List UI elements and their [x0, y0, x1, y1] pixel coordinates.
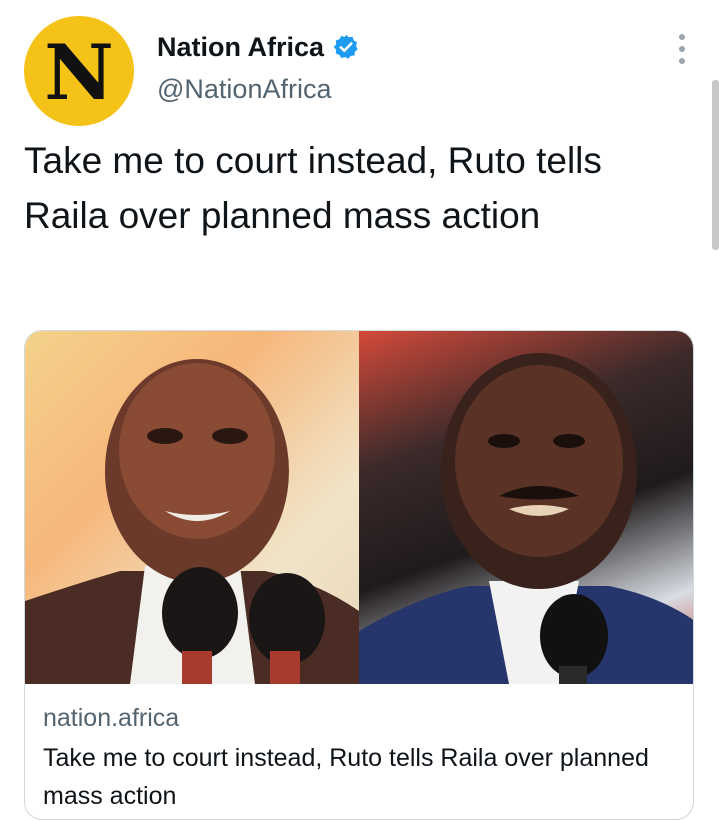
display-name[interactable]: Nation Africa	[157, 32, 324, 63]
card-title[interactable]: Take me to court instead, Ruto tells Rai…	[43, 739, 675, 815]
scrollbar[interactable]	[712, 80, 719, 250]
verified-badge-icon	[333, 34, 358, 59]
author-name-row: Nation Africa	[157, 30, 360, 64]
link-card[interactable]: nation.africa Take me to court instead, …	[24, 330, 694, 820]
portrait-right	[359, 353, 693, 684]
author-handle[interactable]: @NationAfrica	[157, 74, 331, 105]
photo-right	[359, 331, 693, 684]
card-domain: nation.africa	[43, 704, 180, 732]
card-body: nation.africa Take me to court instead, …	[43, 701, 675, 815]
avatar-letter: N	[44, 28, 114, 117]
portrait-left	[25, 359, 359, 684]
tweet-text: Take me to court instead, Ruto tells Rai…	[24, 140, 602, 236]
card-image	[25, 331, 693, 684]
avatar[interactable]: N	[24, 16, 134, 126]
more-options-icon[interactable]	[677, 34, 687, 64]
photo-left	[25, 331, 359, 684]
